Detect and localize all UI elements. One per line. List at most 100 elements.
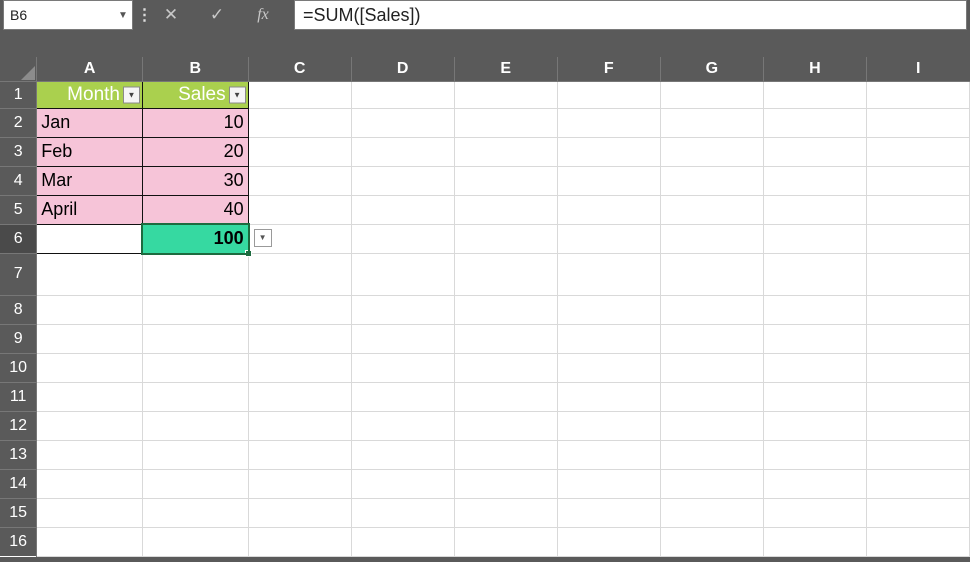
cell[interactable]	[142, 527, 248, 556]
cell[interactable]	[351, 137, 454, 166]
cell-A6[interactable]	[37, 224, 143, 253]
cell-A5[interactable]: April	[37, 195, 143, 224]
cell[interactable]	[660, 324, 763, 353]
cell[interactable]	[248, 166, 351, 195]
cell[interactable]	[557, 498, 660, 527]
cell[interactable]	[351, 253, 454, 295]
cell[interactable]	[866, 353, 969, 382]
cell[interactable]	[351, 166, 454, 195]
cell[interactable]	[37, 411, 143, 440]
row-header-12[interactable]: 12	[0, 411, 37, 440]
cell[interactable]	[142, 382, 248, 411]
cell[interactable]	[660, 137, 763, 166]
cell[interactable]	[557, 253, 660, 295]
cell[interactable]	[557, 382, 660, 411]
row-header-5[interactable]: 5	[0, 195, 37, 224]
cell[interactable]	[37, 440, 143, 469]
cell[interactable]	[866, 137, 969, 166]
cell[interactable]	[557, 81, 660, 108]
column-header-I[interactable]: I	[866, 57, 969, 81]
cell[interactable]	[763, 411, 866, 440]
cell[interactable]	[351, 108, 454, 137]
cell[interactable]	[351, 224, 454, 253]
row-header-13[interactable]: 13	[0, 440, 37, 469]
cell[interactable]	[248, 527, 351, 556]
cell[interactable]	[454, 353, 557, 382]
cell[interactable]	[660, 353, 763, 382]
column-header-H[interactable]: H	[763, 57, 866, 81]
cell[interactable]	[248, 324, 351, 353]
cell[interactable]	[454, 295, 557, 324]
cell[interactable]	[557, 137, 660, 166]
cell[interactable]	[248, 81, 351, 108]
name-box[interactable]: B6 ▼	[3, 0, 133, 30]
cell[interactable]	[351, 411, 454, 440]
cell[interactable]	[557, 224, 660, 253]
cell[interactable]	[660, 411, 763, 440]
cell[interactable]	[248, 195, 351, 224]
cell[interactable]	[248, 137, 351, 166]
cell[interactable]	[763, 440, 866, 469]
row-header-1[interactable]: 1	[0, 81, 37, 108]
cell[interactable]	[557, 353, 660, 382]
cell[interactable]	[351, 295, 454, 324]
cell[interactable]	[454, 440, 557, 469]
cell[interactable]	[866, 440, 969, 469]
cell[interactable]	[454, 137, 557, 166]
cell[interactable]	[454, 527, 557, 556]
select-all-corner[interactable]	[0, 57, 37, 81]
cell[interactable]	[557, 195, 660, 224]
cell[interactable]	[351, 382, 454, 411]
cell[interactable]	[763, 295, 866, 324]
cell[interactable]	[557, 324, 660, 353]
cell[interactable]	[660, 108, 763, 137]
cell[interactable]	[248, 440, 351, 469]
cell[interactable]	[866, 498, 969, 527]
cell[interactable]	[37, 382, 143, 411]
cell[interactable]	[37, 324, 143, 353]
row-header-16[interactable]: 16	[0, 527, 37, 556]
cell[interactable]	[142, 440, 248, 469]
cell[interactable]	[866, 224, 969, 253]
cell[interactable]	[142, 411, 248, 440]
cell[interactable]	[557, 295, 660, 324]
cell[interactable]	[454, 411, 557, 440]
cell[interactable]	[351, 353, 454, 382]
cell[interactable]	[557, 440, 660, 469]
insert-function-button[interactable]: fx	[242, 1, 284, 29]
cell[interactable]	[557, 108, 660, 137]
cell[interactable]	[866, 324, 969, 353]
column-header-D[interactable]: D	[351, 57, 454, 81]
row-header-7[interactable]: 7	[0, 253, 37, 295]
cell[interactable]	[142, 498, 248, 527]
cell[interactable]	[454, 382, 557, 411]
cell[interactable]	[763, 382, 866, 411]
cell[interactable]	[763, 498, 866, 527]
cell[interactable]	[351, 195, 454, 224]
cell[interactable]	[660, 253, 763, 295]
cell-B6-selected[interactable]: 100 ▼	[142, 224, 248, 253]
cell[interactable]	[248, 411, 351, 440]
cell[interactable]	[37, 295, 143, 324]
filter-dropdown-icon[interactable]: ▼	[229, 86, 246, 103]
cell[interactable]	[248, 295, 351, 324]
row-header-8[interactable]: 8	[0, 295, 37, 324]
cell[interactable]	[866, 411, 969, 440]
cancel-button[interactable]: ✕	[150, 1, 192, 29]
cell[interactable]	[351, 81, 454, 108]
column-header-A[interactable]: A	[37, 57, 143, 81]
row-header-14[interactable]: 14	[0, 469, 37, 498]
cell-B4[interactable]: 30	[142, 166, 248, 195]
cell[interactable]	[351, 498, 454, 527]
column-header-F[interactable]: F	[557, 57, 660, 81]
cell[interactable]	[866, 253, 969, 295]
cell[interactable]	[557, 166, 660, 195]
cell[interactable]	[660, 166, 763, 195]
row-header-6[interactable]: 6	[0, 224, 37, 253]
filter-dropdown-icon[interactable]: ▼	[123, 86, 140, 103]
cell[interactable]	[763, 81, 866, 108]
cell[interactable]	[454, 253, 557, 295]
cell[interactable]	[763, 137, 866, 166]
row-header-15[interactable]: 15	[0, 498, 37, 527]
cell[interactable]	[866, 382, 969, 411]
